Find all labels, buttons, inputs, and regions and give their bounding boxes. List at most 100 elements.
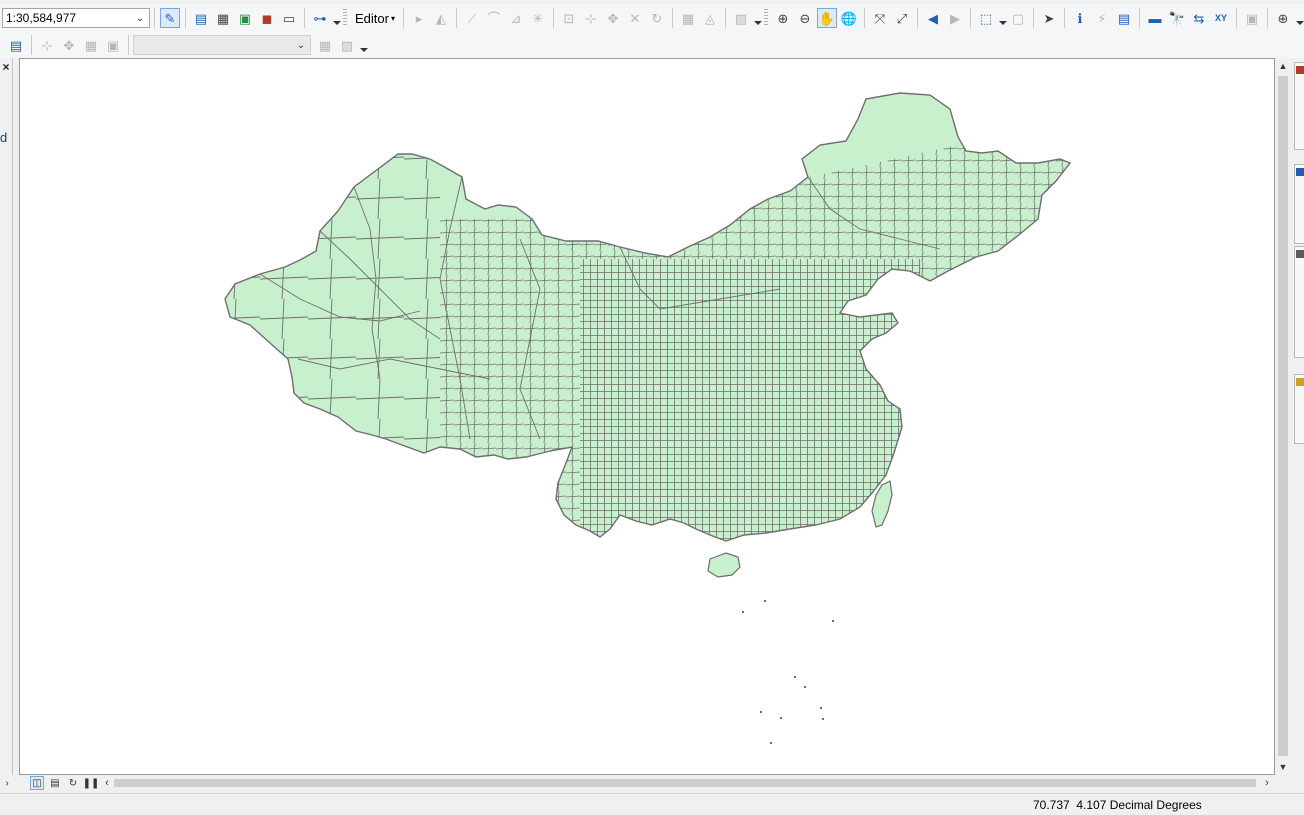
toolbar-grip[interactable] xyxy=(763,9,768,27)
vertical-scroll-thumb[interactable] xyxy=(1278,76,1288,756)
dock-tab-arctoolbox[interactable] xyxy=(1294,62,1304,150)
island-dot[interactable] xyxy=(822,718,824,720)
toolbox-icon[interactable]: ◼ xyxy=(257,8,277,28)
pause-drawing-icon[interactable]: ❚❚ xyxy=(83,776,100,790)
straight-segment-icon[interactable]: ⟋ xyxy=(462,8,482,28)
toolbar-options-icon[interactable] xyxy=(753,8,762,28)
pan-icon[interactable]: ✋ xyxy=(816,8,837,28)
goto-xy-icon[interactable]: XY xyxy=(1211,8,1231,28)
layout-view-icon[interactable]: ▤ xyxy=(48,776,62,790)
edit-vertices-icon[interactable]: ⊡ xyxy=(559,8,579,28)
zoom-out-icon[interactable]: ⊖ xyxy=(795,8,815,28)
map-scale-combo[interactable]: 1:30,584,977 ⌄ xyxy=(2,8,150,28)
georef-move-icon[interactable]: ✥ xyxy=(59,35,79,55)
editor-toolbar-icon[interactable]: ▤ xyxy=(191,8,211,28)
sketch-properties-icon[interactable]: ◬ xyxy=(700,8,720,28)
dock-tab-catalog[interactable] xyxy=(1294,164,1304,244)
horizontal-scrollbar[interactable]: ‹ › xyxy=(100,776,1274,790)
island-dot[interactable] xyxy=(742,611,744,613)
china-counties-layer[interactable] xyxy=(220,92,1080,578)
map-view[interactable] xyxy=(19,58,1275,775)
data-frame-icon[interactable]: ▤ xyxy=(6,35,26,55)
fixed-zoom-in-icon[interactable]: ⤧ xyxy=(870,8,890,28)
south-china-sea-islands[interactable] xyxy=(742,600,834,744)
rotate-icon[interactable]: ↻ xyxy=(647,8,667,28)
island-dot[interactable] xyxy=(770,742,772,744)
panel-text-fragment: d xyxy=(0,130,8,145)
chevron-down-icon[interactable]: ⌄ xyxy=(294,38,308,52)
create-features-icon[interactable]: ▨ xyxy=(731,8,751,28)
clear-selection-icon[interactable]: ▢ xyxy=(1008,8,1028,28)
toolbar-options-icon[interactable] xyxy=(359,35,368,55)
layer-combo[interactable]: ⌄ xyxy=(133,35,311,55)
catalog-icon xyxy=(1296,168,1304,176)
find-route-icon[interactable]: ⇆ xyxy=(1189,8,1209,28)
editor-menu-button[interactable]: Editor ▾ xyxy=(351,8,399,28)
html-popup-icon[interactable]: ▤ xyxy=(1114,8,1134,28)
toolbar-grip[interactable] xyxy=(343,9,347,27)
identify-icon[interactable]: ℹ xyxy=(1070,8,1090,28)
island-dot[interactable] xyxy=(764,600,766,602)
fixed-zoom-out-icon[interactable]: ⤢ xyxy=(892,8,912,28)
toolbar-options-icon[interactable] xyxy=(1295,8,1304,28)
close-icon[interactable]: × xyxy=(0,60,12,74)
island-dot[interactable] xyxy=(794,676,796,678)
trace-icon[interactable]: ⊿ xyxy=(506,8,526,28)
edit-tool-icon[interactable]: ✎ xyxy=(160,8,180,28)
island-dot[interactable] xyxy=(832,620,834,622)
island-dot[interactable] xyxy=(804,686,806,688)
toolbar-options-icon[interactable] xyxy=(332,8,341,28)
select-features-dropdown-icon[interactable] xyxy=(998,8,1007,28)
map-canvas[interactable] xyxy=(20,59,1275,775)
fit-to-display-icon[interactable]: ▦ xyxy=(315,35,335,55)
island-dot[interactable] xyxy=(820,707,822,709)
full-extent-icon[interactable]: 🌐 xyxy=(839,8,859,28)
arc-toolbox-icon[interactable]: ▣ xyxy=(235,8,255,28)
toolbar-separator xyxy=(1063,8,1065,28)
georef-view-icon[interactable]: ▣ xyxy=(103,35,123,55)
reshape-icon[interactable]: ⊹ xyxy=(581,8,601,28)
data-view-icon[interactable]: ◫ xyxy=(30,776,44,790)
zoom-in-icon[interactable]: ⊕ xyxy=(773,8,793,28)
edit-annotation-icon[interactable]: ◭ xyxy=(431,8,451,28)
horizontal-scroll-thumb[interactable] xyxy=(114,779,1256,787)
arc-segment-icon[interactable]: ⌒ xyxy=(484,8,504,28)
split-icon[interactable]: ✕ xyxy=(625,8,645,28)
vertical-scrollbar[interactable]: ▲ ▼ xyxy=(1275,58,1291,775)
refresh-icon[interactable]: ↻ xyxy=(66,776,80,790)
x-coordinate: 70.737 xyxy=(1033,798,1070,812)
scroll-left-icon[interactable]: ‹ xyxy=(100,776,114,790)
rectify-icon[interactable]: ▨ xyxy=(337,35,357,55)
scroll-right-icon[interactable]: › xyxy=(1260,776,1274,790)
select-elements-icon[interactable]: ➤ xyxy=(1039,8,1059,28)
hainan-island[interactable] xyxy=(707,552,741,578)
dock-tab-create-features[interactable] xyxy=(1294,246,1304,358)
scroll-up-icon[interactable]: ▲ xyxy=(1275,58,1291,74)
county-boundary-zone-2[interactable] xyxy=(440,219,580,539)
back-extent-icon[interactable]: ◀ xyxy=(923,8,943,28)
coordinate-units: Decimal Degrees xyxy=(1109,798,1202,812)
time-slider-icon[interactable]: ▣ xyxy=(1242,8,1262,28)
cut-polygons-icon[interactable]: ✥ xyxy=(603,8,623,28)
dock-tab-search[interactable] xyxy=(1294,374,1304,444)
find-icon[interactable]: 🔭 xyxy=(1167,8,1187,28)
island-dot[interactable] xyxy=(780,717,782,719)
point-icon[interactable]: ✳ xyxy=(528,8,548,28)
model-builder-icon[interactable]: ⊶ xyxy=(310,8,330,28)
measure-icon[interactable]: ▬ xyxy=(1145,8,1165,28)
edit-tool-arrow-icon[interactable]: ▸ xyxy=(409,8,429,28)
georef-table-icon[interactable]: ▦ xyxy=(81,35,101,55)
scroll-down-icon[interactable]: ▼ xyxy=(1275,759,1291,775)
select-features-icon[interactable]: ⬚ xyxy=(976,8,996,28)
georef-add-point-icon[interactable]: ⊹ xyxy=(37,35,57,55)
left-arrow-icon[interactable]: › xyxy=(0,776,14,790)
catalog-icon[interactable]: ▦ xyxy=(213,8,233,28)
island-dot[interactable] xyxy=(760,711,762,713)
hyperlink-icon[interactable]: ⚡ xyxy=(1092,8,1112,28)
magnifier-icon[interactable]: ⊕ xyxy=(1273,8,1293,28)
python-window-icon[interactable]: ▭ xyxy=(279,8,299,28)
forward-extent-icon[interactable]: ▶ xyxy=(945,8,965,28)
county-boundary-zone-3[interactable] xyxy=(220,139,440,479)
chevron-down-icon[interactable]: ⌄ xyxy=(133,11,147,25)
attributes-icon[interactable]: ▦ xyxy=(678,8,698,28)
